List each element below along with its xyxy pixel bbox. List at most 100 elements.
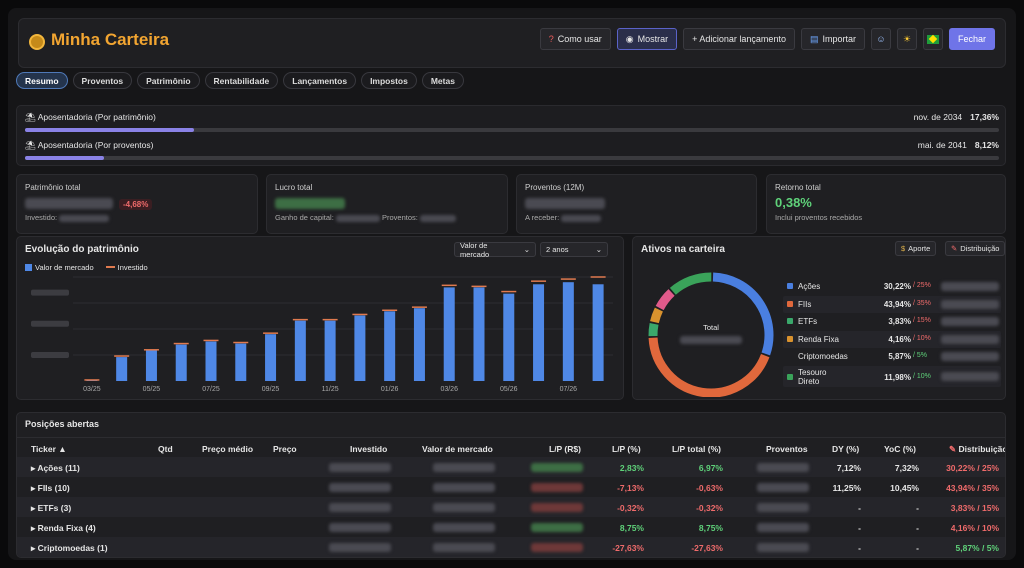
hidden-value bbox=[531, 523, 583, 532]
bar-valor-01-26 bbox=[384, 311, 396, 381]
table-row[interactable]: ▸ Criptomoedas (1) -27,63% -27,63% - - 5,87% … bbox=[17, 537, 1005, 557]
row-lp-pct: -0,32% bbox=[617, 503, 644, 513]
period-select[interactable]: 2 anos ⌄ bbox=[540, 242, 608, 257]
tab-impostos[interactable]: Impostos bbox=[361, 72, 417, 89]
col-lp-total[interactable]: L/P total (%) bbox=[672, 444, 721, 454]
goal-progress-fill bbox=[25, 128, 195, 132]
bar-valor-08-26 bbox=[592, 284, 604, 381]
panel-title: Evolução do patrimônio bbox=[25, 244, 139, 255]
row-lp-pct: -27,63% bbox=[612, 543, 644, 553]
col-ticker[interactable]: Ticker ▲ bbox=[31, 444, 67, 454]
legend-valor[interactable]: Valor de mercado bbox=[25, 263, 94, 272]
distribuicao-button[interactable]: ✎ Distribuição bbox=[945, 241, 1006, 256]
row-yoc: - bbox=[916, 503, 919, 513]
goal-progress-fill bbox=[25, 156, 105, 160]
list-item[interactable]: ETFs 3,83%/ 15% bbox=[783, 313, 1001, 331]
table-row[interactable]: ▸ Ações (11) 2,83% 6,97% 7,12% 7,32% 30,22% /… bbox=[17, 457, 1005, 477]
tab-patrimonio[interactable]: Patrimônio bbox=[137, 72, 200, 89]
y-axis-hidden-label bbox=[31, 289, 69, 296]
bar-valor-07-25 bbox=[205, 341, 217, 381]
hidden-value bbox=[680, 336, 742, 345]
bar-valor-04-26 bbox=[473, 287, 485, 381]
import-icon: ▤ bbox=[809, 33, 819, 44]
kpi-retorno: Retorno total 0,38% Inclui proventos rec… bbox=[766, 174, 1006, 234]
hidden-value bbox=[433, 463, 495, 472]
legend-investido[interactable]: Investido bbox=[105, 263, 148, 272]
hidden-value bbox=[531, 503, 583, 512]
bar-valor-10-25 bbox=[294, 320, 306, 381]
bar-valor-06-25 bbox=[175, 344, 187, 381]
positions-panel: Posições abertas Ticker ▲ Qtd Preço médi… bbox=[16, 412, 1006, 558]
hidden-value bbox=[329, 503, 391, 512]
importar-button[interactable]: ▤ Importar bbox=[800, 28, 865, 50]
page-title: Minha Carteira bbox=[51, 30, 170, 49]
row-distribuicao: 43,94% / 35% bbox=[946, 483, 999, 493]
kpi-sub-label: Investido: bbox=[25, 213, 58, 222]
row-ticker[interactable]: ▸ Criptomoedas (1) bbox=[31, 543, 108, 554]
row-ticker[interactable]: ▸ FIIs (10) bbox=[31, 483, 70, 494]
user-button[interactable]: ☺ bbox=[870, 28, 891, 50]
tab-proventos[interactable]: Proventos bbox=[72, 72, 133, 89]
hidden-value bbox=[941, 317, 999, 326]
table-row[interactable]: ▸ FIIs (10) -7,13% -0,63% 11,25% 10,45% 43,94… bbox=[17, 477, 1005, 497]
row-ticker[interactable]: ▸ Ações (11) bbox=[31, 463, 80, 474]
tab-lancamentos[interactable]: Lançamentos bbox=[283, 72, 357, 89]
color-swatch bbox=[787, 373, 793, 380]
goal-progress-track bbox=[25, 156, 999, 160]
money-bag-icon: $ bbox=[901, 244, 906, 253]
col-preco-medio[interactable]: Preço médio bbox=[202, 444, 253, 454]
beach-icon: ⛱ bbox=[25, 140, 38, 150]
col-investido[interactable]: Investido bbox=[350, 444, 387, 454]
row-yoc: 10,45% bbox=[890, 483, 919, 493]
hidden-value bbox=[531, 543, 583, 552]
list-item[interactable]: Ações 30,22%/ 25% bbox=[783, 278, 1001, 296]
bar-valor-09-25 bbox=[265, 334, 277, 381]
row-yoc: - bbox=[916, 523, 919, 533]
como-usar-button[interactable]: ? Como usar bbox=[539, 28, 611, 50]
row-dy: - bbox=[858, 543, 861, 553]
tab-rentabilidade[interactable]: Rentabilidade bbox=[204, 72, 279, 89]
goal-progress-track bbox=[25, 128, 999, 132]
row-ticker[interactable]: ▸ ETFs (3) bbox=[31, 503, 71, 514]
col-valor-mercado[interactable]: Valor de mercado bbox=[422, 444, 493, 454]
col-qtd[interactable]: Qtd bbox=[158, 444, 173, 454]
table-row[interactable]: ▸ ETFs (3) -0,32% -0,32% - - 3,83% / 15% bbox=[17, 497, 1005, 517]
row-ticker[interactable]: ▸ Renda Fixa (4) bbox=[31, 523, 96, 534]
aporte-button[interactable]: $ Aporte bbox=[895, 241, 937, 256]
x-tick-label: 07/25 bbox=[202, 386, 220, 393]
col-distribuicao[interactable]: ✎ Distribuição bbox=[949, 444, 1005, 455]
col-preco[interactable]: Preço bbox=[273, 444, 297, 454]
table-row[interactable]: ▸ Renda Fixa (4) 8,75% 8,75% - - 4,16% / 10% bbox=[17, 517, 1005, 537]
brazil-flag-icon bbox=[926, 34, 939, 44]
donut-total-label: Total bbox=[703, 323, 719, 332]
list-item[interactable]: FIIs 43,94%/ 35% bbox=[783, 295, 1001, 313]
col-proventos[interactable]: Proventos bbox=[766, 444, 808, 454]
row-yoc: 7,32% bbox=[894, 463, 919, 473]
mostrar-button[interactable]: ◉ Mostrar bbox=[616, 28, 678, 50]
tab-metas[interactable]: Metas bbox=[421, 72, 464, 89]
x-tick-label: 03/25 bbox=[83, 386, 101, 393]
fechar-button[interactable]: Fechar bbox=[948, 28, 995, 50]
metric-select[interactable]: Valor de mercado ⌄ bbox=[454, 241, 536, 259]
col-yoc[interactable]: YoC (%) bbox=[884, 444, 916, 454]
x-tick-label: 09/25 bbox=[262, 386, 280, 393]
hidden-value bbox=[329, 543, 391, 552]
color-swatch bbox=[787, 335, 793, 342]
list-item[interactable]: Renda Fixa 4,16%/ 10% bbox=[783, 330, 1001, 348]
row-yoc: - bbox=[916, 543, 919, 553]
goal-percent: 8,12% bbox=[974, 140, 999, 150]
beach-icon: ⛱ bbox=[25, 112, 38, 122]
list-item[interactable]: Tesouro Direto 11,98%/ 10% bbox=[783, 365, 1001, 387]
row-lp-total: 6,97% bbox=[698, 463, 723, 473]
col-lp-pct[interactable]: L/P (%) bbox=[612, 444, 641, 454]
list-item[interactable]: Criptomoedas 5,87%/ 5% bbox=[783, 348, 1001, 366]
col-lp-rs[interactable]: L/P (R$) bbox=[549, 444, 581, 454]
adicionar-lancamento-button[interactable]: + Adicionar lançamento bbox=[683, 28, 795, 50]
col-dy[interactable]: DY (%) bbox=[832, 444, 859, 454]
tab-resumo[interactable]: Resumo bbox=[16, 72, 68, 89]
language-button[interactable] bbox=[922, 28, 943, 50]
hidden-value bbox=[531, 483, 583, 492]
kpi-sub-label: Inclui proventos recebidos bbox=[775, 213, 863, 222]
kpi-lucro: Lucro total Ganho de capital: Proventos: bbox=[266, 174, 508, 234]
theme-button[interactable]: ☀ bbox=[896, 28, 917, 50]
